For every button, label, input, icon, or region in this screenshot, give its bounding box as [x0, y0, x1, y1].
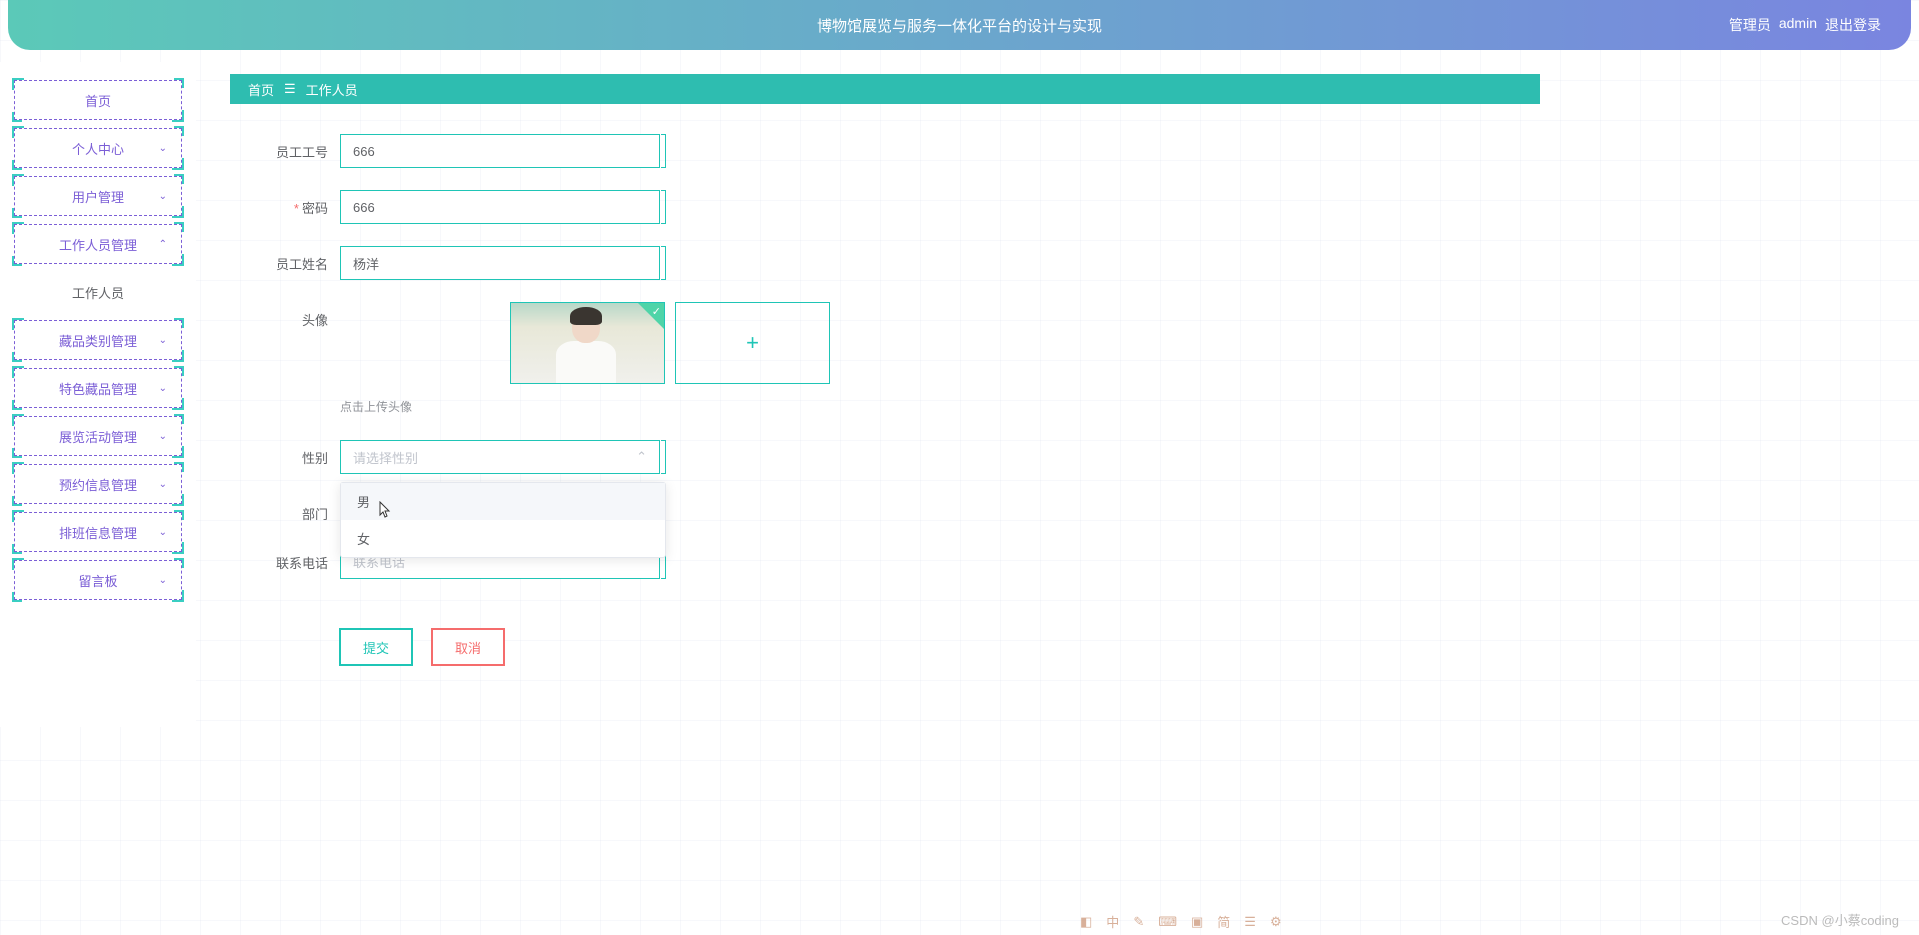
label-password: *密码	[240, 190, 340, 217]
username[interactable]: admin	[1779, 15, 1817, 35]
label-phone: 联系电话	[240, 545, 340, 572]
employee-id-input[interactable]	[340, 134, 660, 168]
ime-icon6[interactable]: ⚙	[1270, 914, 1282, 930]
hamburger-icon: ☰	[284, 81, 296, 97]
sidebar-item-collection[interactable]: 特色藏品管理⌄	[14, 368, 182, 408]
name-input[interactable]	[340, 246, 660, 280]
breadcrumb-home[interactable]: 首页	[248, 80, 274, 99]
gender-select[interactable]: 请选择性别 ⌃	[340, 440, 660, 474]
app-title: 博物馆展览与服务一体化平台的设计与实现	[817, 15, 1102, 36]
label-employee-id: 员工工号	[240, 134, 340, 161]
watermark: CSDN @小蔡coding	[1781, 910, 1899, 929]
form: 员工工号 *密码 员工姓名 头像 +	[230, 104, 1540, 695]
upload-button[interactable]: +	[675, 302, 830, 384]
submit-button[interactable]: 提交	[340, 629, 412, 665]
label-avatar: 头像	[240, 302, 340, 329]
chevron-down-icon: ⌄	[159, 383, 167, 394]
chevron-down-icon: ⌄	[159, 431, 167, 442]
password-input[interactable]	[340, 190, 660, 224]
header-user-area: 管理员 admin 退出登录	[1729, 15, 1881, 35]
sidebar-item-schedule[interactable]: 排班信息管理⌄	[14, 512, 182, 552]
sidebar-item-booking[interactable]: 预约信息管理⌄	[14, 464, 182, 504]
avatar-preview[interactable]	[510, 302, 665, 384]
ime-icon5[interactable]: ☰	[1244, 914, 1256, 930]
chevron-down-icon: ⌄	[159, 575, 167, 586]
sidebar-item-exhibition[interactable]: 展览活动管理⌄	[14, 416, 182, 456]
sidebar-item-message[interactable]: 留言板⌄	[14, 560, 182, 600]
plus-icon: +	[746, 330, 759, 356]
sidebar-item-users[interactable]: 用户管理⌄	[14, 176, 182, 216]
ime-icon2[interactable]: ✎	[1133, 914, 1144, 930]
sidebar-item-personal[interactable]: 个人中心⌄	[14, 128, 182, 168]
ime-icon[interactable]: ◧	[1080, 914, 1092, 930]
sidebar-item-staff[interactable]: 工作人员	[14, 272, 182, 312]
sidebar-item-category[interactable]: 藏品类别管理⌄	[14, 320, 182, 360]
label-department: 部门	[240, 496, 340, 523]
breadcrumb: 首页 ☰ 工作人员	[230, 74, 1540, 104]
ime-simplified[interactable]: 简	[1217, 912, 1230, 931]
dropdown-option-female[interactable]: 女	[341, 520, 665, 557]
role-label: 管理员	[1729, 15, 1771, 35]
chevron-down-icon: ⌄	[159, 143, 167, 154]
chevron-down-icon: ⌄	[159, 335, 167, 346]
ime-lang[interactable]: 中	[1106, 912, 1119, 931]
check-icon	[638, 303, 664, 329]
cancel-button[interactable]: 取消	[432, 629, 504, 665]
gender-dropdown: 男 女	[340, 482, 666, 558]
upload-hint: 点击上传头像	[340, 398, 1530, 415]
label-name: 员工姓名	[240, 246, 340, 273]
sidebar: 首页 个人中心⌄ 用户管理⌄ 工作人员管理⌃ 工作人员 藏品类别管理⌄ 特色藏品…	[0, 62, 196, 727]
chevron-up-icon: ⌃	[636, 449, 647, 465]
chevron-down-icon: ⌄	[159, 191, 167, 202]
chevron-down-icon: ⌄	[159, 527, 167, 538]
chevron-down-icon: ⌄	[159, 479, 167, 490]
ime-icon4[interactable]: ▣	[1191, 914, 1203, 930]
breadcrumb-current: 工作人员	[306, 80, 358, 99]
sidebar-item-staff-mgmt[interactable]: 工作人员管理⌃	[14, 224, 182, 264]
ime-toolbar: ◧ 中 ✎ ⌨ ▣ 简 ☰ ⚙	[1080, 912, 1282, 931]
chevron-up-icon: ⌃	[159, 239, 167, 250]
sidebar-item-home[interactable]: 首页	[14, 80, 182, 120]
ime-icon3[interactable]: ⌨	[1158, 914, 1177, 930]
app-header: 博物馆展览与服务一体化平台的设计与实现 管理员 admin 退出登录	[8, 0, 1911, 50]
logout-link[interactable]: 退出登录	[1825, 15, 1881, 35]
dropdown-option-male[interactable]: 男	[341, 483, 665, 520]
main-content: 首页 ☰ 工作人员 员工工号 *密码 员工姓名 头像	[230, 74, 1540, 695]
label-gender: 性别	[240, 440, 340, 467]
